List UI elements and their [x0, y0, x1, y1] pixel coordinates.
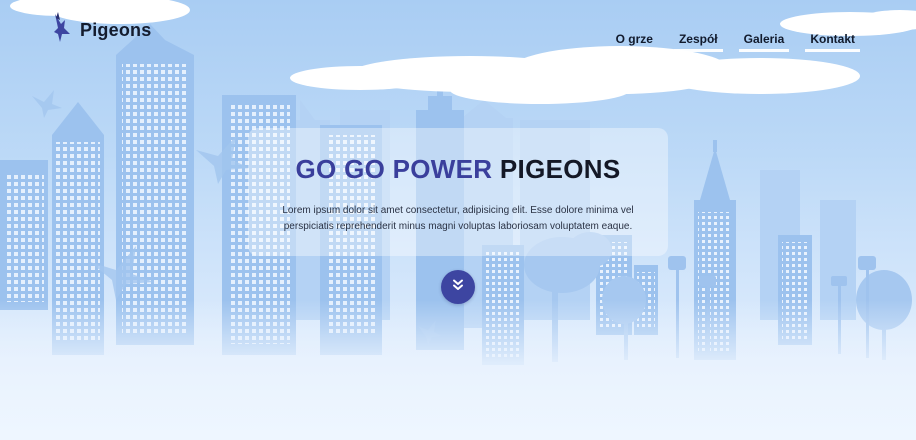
nav-link-zespol[interactable]: Zespół [673, 32, 723, 52]
hero-title-main: PIGEONS [499, 154, 621, 184]
nav-link-kontakt[interactable]: Kontakt [805, 32, 860, 52]
hero-card: GO GO POWER PIGEONS Lorem ipsum dolor si… [248, 128, 668, 256]
pigeon-icon [52, 12, 72, 49]
brand-name: Pigeons [80, 20, 152, 40]
nav-link-o-grze[interactable]: O grze [610, 32, 658, 52]
hero-title-accent: GO GO POWER [295, 154, 493, 184]
nav-link-galeria[interactable]: Galeria [738, 32, 790, 52]
brand-logo[interactable]: Pigeons [52, 12, 151, 49]
scroll-down-button[interactable] [441, 270, 475, 304]
ground-fog [0, 300, 916, 440]
hero-title: GO GO POWER PIGEONS [248, 154, 668, 185]
double-chevron-down-icon [452, 278, 464, 296]
hero-description: Lorem ipsum dolor sit amet consectetur, … [282, 205, 634, 232]
main-nav: O grze Zespół Galeria Kontakt [610, 32, 860, 52]
